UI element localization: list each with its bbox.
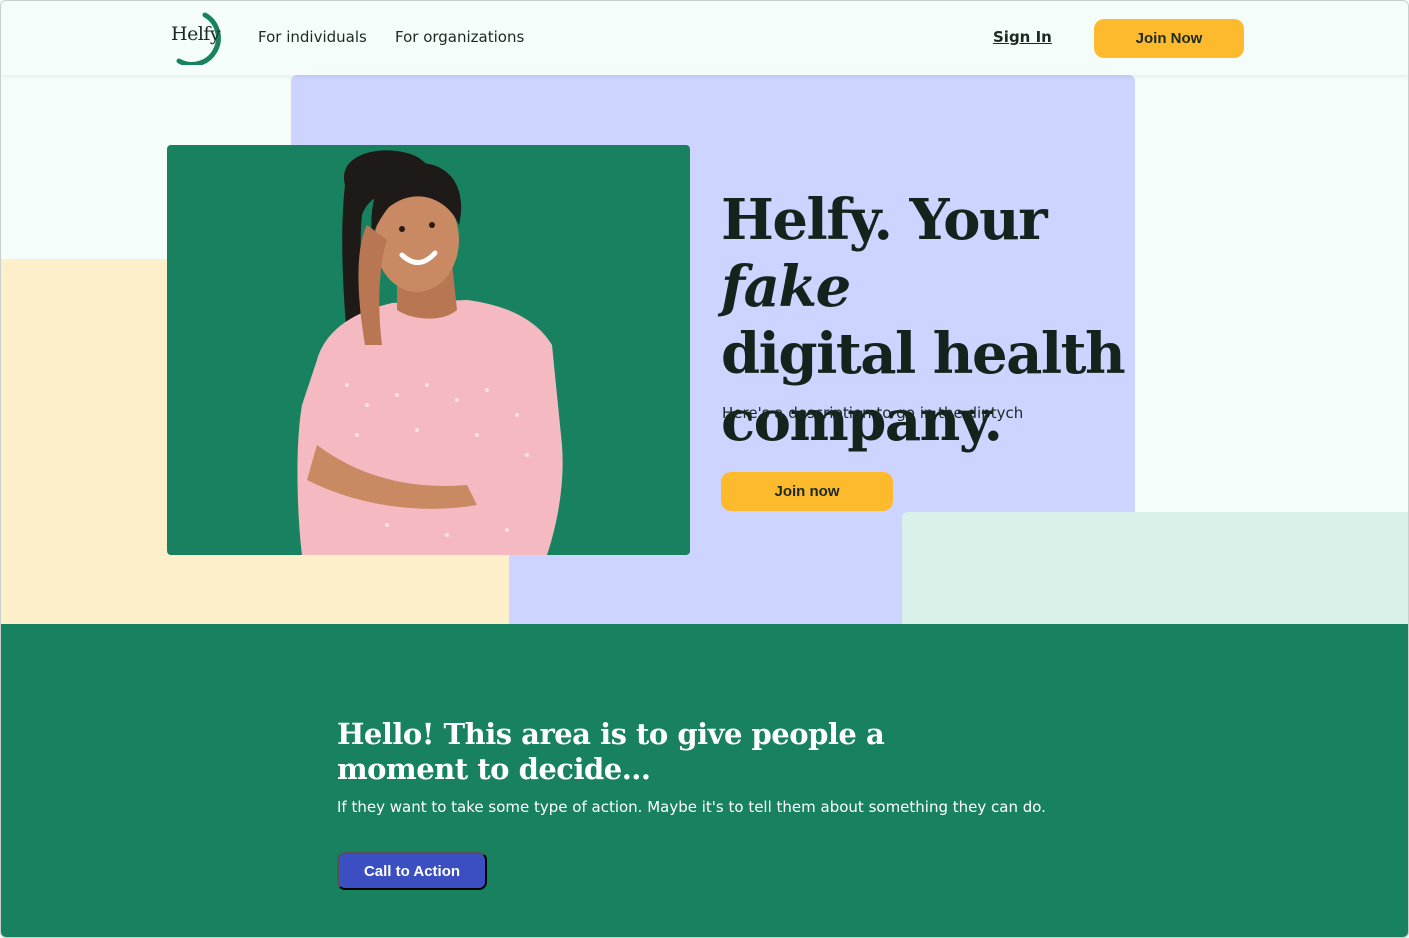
hero-title-part1: Helfy. Your: [721, 187, 1048, 253]
nav-for-individuals[interactable]: For individuals: [258, 28, 367, 46]
hero-photo: [167, 145, 690, 555]
cta-band-title: Hello! This area is to give people a mom…: [337, 717, 885, 786]
nav-for-organizations[interactable]: For organizations: [395, 28, 524, 46]
cta-band-text: If they want to take some type of action…: [337, 798, 1046, 816]
hero-title-emphasis: fake: [721, 254, 851, 320]
site-header: Helfy For individuals For organizations …: [1, 1, 1408, 75]
hero-description: Here's a description to go in the diptyc…: [722, 404, 1024, 422]
helfy-logo[interactable]: Helfy: [169, 11, 229, 67]
logo-text: Helfy: [171, 23, 221, 45]
page: Helfy For individuals For organizations …: [0, 0, 1409, 938]
hero-mint-panel: [902, 512, 1408, 625]
join-now-button[interactable]: Join Now: [1094, 19, 1244, 58]
hero-join-now-button[interactable]: Join now: [721, 472, 893, 511]
hero-title-part2: digital health company.: [721, 321, 1126, 454]
woman-illustration-image: [297, 150, 563, 555]
call-to-action-button[interactable]: Call to Action: [337, 852, 487, 890]
sign-in-link[interactable]: Sign In: [993, 28, 1052, 46]
